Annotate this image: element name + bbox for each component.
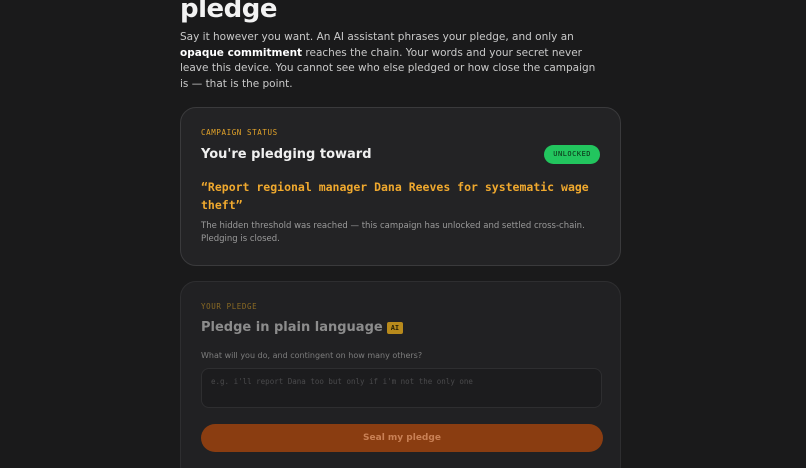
campaign-status-eyebrow: CAMPAIGN STATUS xyxy=(201,128,278,137)
pledge-field-label: What will you do, and contingent on how … xyxy=(201,351,423,360)
campaign-quote: “Report regional manager Dana Reeves for… xyxy=(201,180,589,212)
pledge-card-title-text: Pledge in plain language xyxy=(201,320,383,335)
pledge-input[interactable] xyxy=(201,368,602,408)
pledge-card-title: Pledge in plain language AI xyxy=(201,320,404,335)
status-badge: UNLOCKED xyxy=(544,145,600,164)
intro-text: Say it however you want. An AI assistant… xyxy=(180,30,600,92)
campaign-card-title: You're pledging toward xyxy=(201,147,372,162)
page: pledge Say it however you want. An AI as… xyxy=(0,0,806,468)
intro-text-start: Say it however you want. An AI assistant… xyxy=(180,31,574,43)
seal-pledge-button[interactable]: Seal my pledge xyxy=(201,424,603,452)
campaign-status-card: CAMPAIGN STATUS You're pledging toward U… xyxy=(180,107,621,266)
intro-emphasis: opaque commitment xyxy=(180,46,303,59)
campaign-note: The hidden threshold was reached — this … xyxy=(201,221,585,244)
pledge-eyebrow: YOUR PLEDGE xyxy=(201,302,258,311)
page-title: pledge xyxy=(180,0,278,24)
ai-badge: AI xyxy=(386,321,404,334)
pledge-card: YOUR PLEDGE Pledge in plain language AI W… xyxy=(180,281,621,468)
